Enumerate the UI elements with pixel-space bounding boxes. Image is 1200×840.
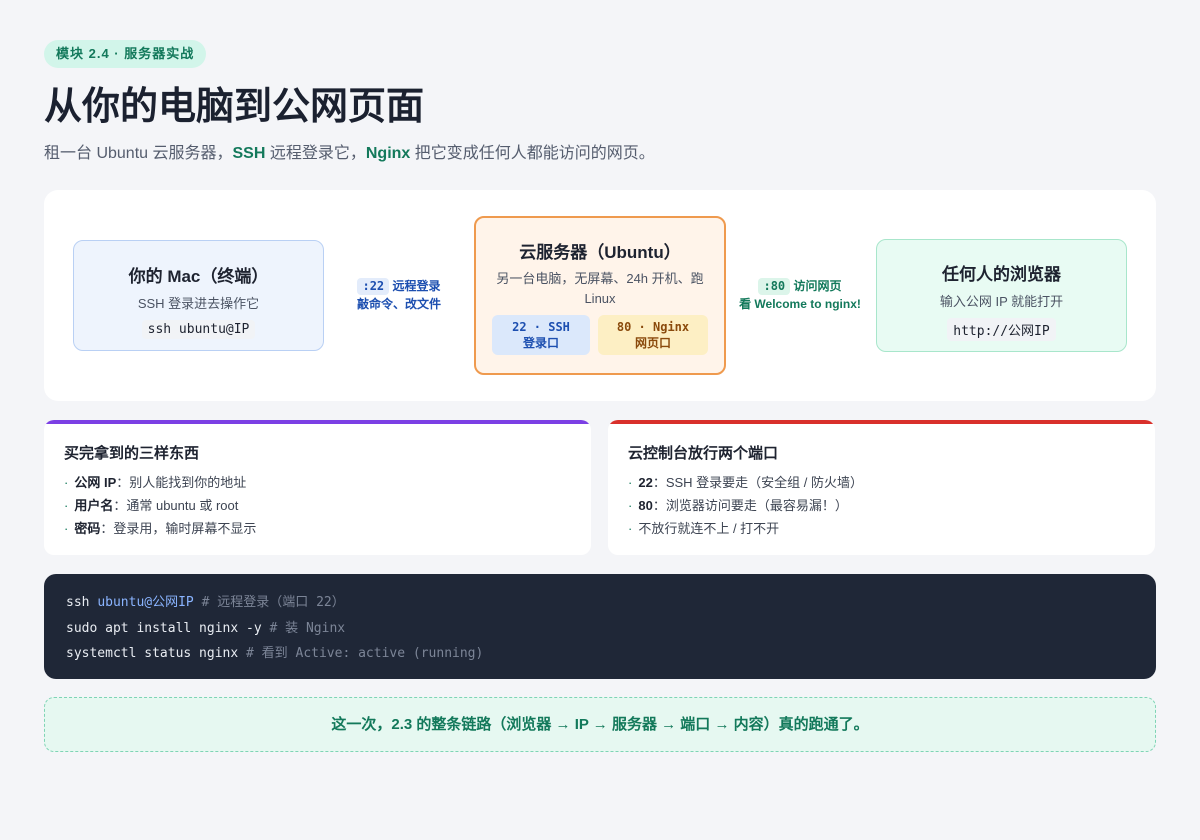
mac-node-desc: SSH 登录进去操作它 [137,296,260,311]
list-item-text: ：别人能找到你的地址 [116,475,247,490]
list-item: · 用户名：通常 ubuntu 或 root [64,494,256,517]
http-link-desc: 看 Welcome to nginx! [739,297,861,311]
ssh-link-label: :22 远程登录 敲命令、改文件 [344,277,454,313]
terminal-line: ssh ubuntu@公网IP # 远程登录（端口 22） [66,590,1134,616]
browser-node-desc: 输入公网 IP 就能打开 [939,294,1064,309]
server-node-title: 云服务器（Ubuntu） [519,243,681,262]
browser-node: 任何人的浏览器 输入公网 IP 就能打开 http://公网IP [876,239,1127,352]
subtitle-text: 把它变成任何人都能访问的网页。 [410,145,655,162]
list-item-text: ：登录用，输时屏幕不显示 [100,521,257,536]
http-link-title: 访问网页 [793,279,842,293]
ports-card: 云控制台放行两个端口 · 22：SSH 登录要走（安全组 / 防火墙） · 80：浏… [608,420,1155,555]
terminal-command: sudo apt install nginx -y [66,620,262,636]
terminal-line: sudo apt install nginx -y # 装 Nginx [66,616,1134,642]
list-item: · 22：SSH 登录要走（安全组 / 防火墙） [628,471,863,494]
card-list: · 22：SSH 登录要走（安全组 / 防火墙） · 80：浏览器访问要走（最容易漏… [628,471,863,540]
bullet-icon: · [628,498,633,513]
subtitle-nginx: Nginx [365,145,411,162]
card-title: 买完拿到的三样东西 [64,445,200,462]
cloud-server-node: 云服务器（Ubuntu） 另一台电脑，无屏幕、24h 开机、跑 Linux 22… [474,216,726,375]
list-item-text: ：SSH 登录要走（安全组 / 防火墙） [652,475,863,490]
list-item: · 不放行就连不上 / 打不开 [628,517,863,540]
architecture-diagram: 你的 Mac（终端） SSH 登录进去操作它 ssh ubuntu@IP :22… [44,190,1156,401]
subtitle-text: 租一台 Ubuntu 云服务器， [44,145,233,162]
terminal-comment: # 看到 Active: active (running) [238,646,484,661]
ssh-port-box: 22 · SSH 登录口 [492,315,590,355]
bullet-icon: · [64,475,69,490]
terminal-line: systemctl status nginx # 看到 Active: acti… [66,641,1134,667]
card-accent-bar [608,420,1155,424]
bullet-icon: · [64,498,69,513]
browser-url: http://公网IP [947,318,1056,341]
page-title: 从你的电脑到公网页面 [44,86,425,128]
terminal-argument: ubuntu@公网IP [97,595,194,610]
mac-terminal-node: 你的 Mac（终端） SSH 登录进去操作它 ssh ubuntu@IP [73,240,324,351]
mac-node-title: 你的 Mac（终端） [128,267,269,286]
nginx-port-number: 80 · Nginx [616,320,690,334]
browser-node-title: 任何人的浏览器 [942,265,1061,284]
ssh-link-desc: 敲命令、改文件 [356,297,441,311]
bullet-icon: · [64,521,69,536]
server-node-desc: 另一台电脑，无屏幕、24h 开机、跑 Linux [496,271,704,306]
terminal-command: ssh [66,595,98,610]
ssh-port-label: 登录口 [522,336,559,350]
card-list: · 公网 IP：别人能找到你的地址 · 用户名：通常 ubuntu 或 root ·… [64,471,256,540]
terminal-command: systemctl status nginx [66,646,239,661]
subtitle-text: 远程登录它， [265,145,366,162]
terminal-comment: # 装 Nginx [261,620,346,636]
terminal-block: ssh ubuntu@公网IP # 远程登录（端口 22） sudo apt i… [44,574,1156,679]
http-link-label: :80 访问网页 看 Welcome to nginx! [730,277,870,313]
server-port-row: 22 · SSH 登录口 80 · Nginx 网页口 [492,315,708,355]
credentials-card: 买完拿到的三样东西 · 公网 IP：别人能找到你的地址 · 用户名：通常 ubunt… [44,420,591,555]
list-item-key: 80 [638,498,653,513]
terminal-comment: # 远程登录（端口 22） [193,595,345,610]
nginx-port-label: 网页口 [634,336,671,350]
list-item-text: 不放行就连不上 / 打不开 [638,521,780,536]
list-item-key: 用户名 [74,498,114,513]
ssh-port-number: 22 · SSH [512,320,570,334]
list-item: · 密码：登录用，输时屏幕不显示 [64,517,256,540]
module-badge: 模块 2.4 · 服务器实战 [44,40,207,68]
bullet-icon: · [628,521,633,536]
list-item-key: 22 [638,475,653,490]
summary-note: 这一次，2.3 的整条链路（浏览器 → IP → 服务器 → 端口 → 内容）真… [44,697,1156,752]
list-item-text: ：通常 ubuntu 或 root [113,498,239,513]
list-item-key: 密码 [74,521,101,536]
page-subtitle: 租一台 Ubuntu 云服务器，SSH 远程登录它，Nginx 把它变成任何人都… [44,143,655,165]
list-item: · 公网 IP：别人能找到你的地址 [64,471,256,494]
card-title: 云控制台放行两个端口 [628,445,779,462]
mac-ssh-command: ssh ubuntu@IP [141,320,256,339]
bullet-icon: · [628,475,633,490]
subtitle-ssh: SSH [232,145,266,162]
list-item-text: ：浏览器访问要走（最容易漏！） [652,498,848,513]
ssh-port-pill: :22 [357,278,390,295]
ssh-link-title: 远程登录 [392,279,441,293]
list-item-key: 公网 IP [74,475,117,490]
list-item: · 80：浏览器访问要走（最容易漏！） [628,494,863,517]
http-port-pill: :80 [758,278,791,295]
card-accent-bar [44,420,591,424]
nginx-port-box: 80 · Nginx 网页口 [598,315,708,355]
